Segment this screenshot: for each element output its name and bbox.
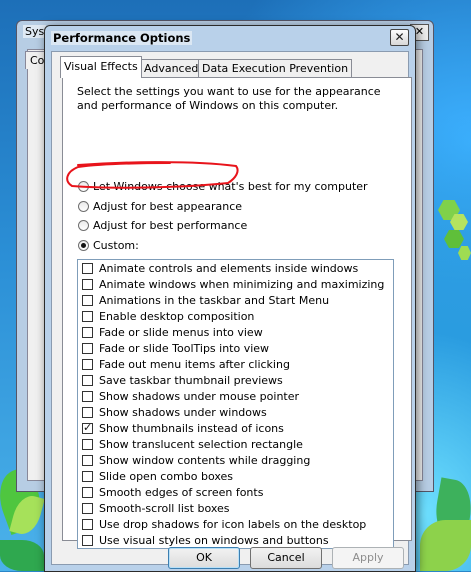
checkbox[interactable] [82,534,93,546]
tab-advanced[interactable]: Advanced [140,59,203,77]
radio-best-appearance[interactable]: Adjust for best appearance [78,198,242,214]
radio-button[interactable] [78,219,89,231]
checkbox[interactable] [82,406,93,418]
radio-let-windows-choose[interactable]: Let Windows choose what's best for my co… [78,178,368,194]
effect-label: Animate controls and elements inside win… [99,261,359,275]
checkbox[interactable] [82,486,93,498]
tab-visual-effects[interactable]: Visual Effects [60,56,142,78]
wallpaper-leaf-shape [0,540,44,571]
checkbox[interactable] [82,470,93,482]
wallpaper-hex-shape [444,230,464,248]
checkbox[interactable] [82,374,93,386]
effect-label: Show translucent selection rectangle [99,437,303,451]
dialog-client-area: Visual Effects Advanced Data Execution P… [51,51,412,569]
checkbox[interactable] [82,342,93,354]
ok-button[interactable]: OK [168,547,240,569]
effect-list-item[interactable]: Animate controls and elements inside win… [78,260,393,276]
effect-list-item[interactable]: Show shadows under mouse pointer [78,388,393,404]
cancel-button[interactable]: Cancel [250,547,322,569]
effect-label: Show window contents while dragging [99,453,311,467]
effect-label: Slide open combo boxes [99,469,234,483]
radio-custom[interactable]: Custom: [78,237,139,253]
effect-list-item[interactable]: Show window contents while dragging [78,452,393,468]
radio-button[interactable] [78,200,89,212]
effect-label: Fade or slide ToolTips into view [99,341,270,355]
performance-options-dialog: Performance Options ✕ Visual Effects Adv… [44,25,416,572]
effect-list-item[interactable]: Smooth edges of screen fonts [78,484,393,500]
visual-effects-panel: Select the settings you want to use for … [62,77,412,549]
visual-effects-list[interactable]: Animate controls and elements inside win… [77,259,394,549]
checkbox[interactable] [82,454,93,466]
effect-label: Animate windows when minimizing and maxi… [99,277,385,291]
effect-label: Show thumbnails instead of icons [99,421,284,435]
effect-list-item[interactable]: Fade or slide menus into view [78,324,393,340]
effect-list-item[interactable]: Show thumbnails instead of icons [78,420,393,436]
tab-data-execution-prevention[interactable]: Data Execution Prevention [198,59,353,77]
effect-list-item[interactable]: Show shadows under windows [78,404,393,420]
checkbox[interactable] [82,294,93,306]
effect-list-item[interactable]: Animations in the taskbar and Start Menu [78,292,393,308]
radio-button[interactable] [78,180,89,192]
wallpaper-hex-shape [458,246,471,260]
effect-list-item[interactable]: Smooth-scroll list boxes [78,500,393,516]
checkbox[interactable] [82,502,93,514]
effect-label: Show shadows under windows [99,405,267,419]
effect-label: Animations in the taskbar and Start Menu [99,293,330,307]
checkbox-checked[interactable] [82,421,93,434]
checkbox[interactable] [82,262,93,274]
checkbox[interactable] [82,326,93,338]
radio-best-performance[interactable]: Adjust for best performance [78,217,247,233]
radio-label: Adjust for best appearance [93,199,243,213]
effect-list-item[interactable]: Animate windows when minimizing and maxi… [78,276,393,292]
system-properties-title: Sys [23,25,47,38]
dialog-titlebar[interactable]: Performance Options ✕ [45,26,415,51]
effect-label: Use visual styles on windows and buttons [99,533,329,547]
checkbox[interactable] [82,358,93,370]
checkbox[interactable] [82,310,93,322]
effect-label: Use drop shadows for icon labels on the … [99,517,367,531]
effect-label: Show shadows under mouse pointer [99,389,300,403]
radio-label: Let Windows choose what's best for my co… [93,179,368,193]
effect-list-item[interactable]: Fade or slide ToolTips into view [78,340,393,356]
dialog-title: Performance Options [51,31,193,45]
apply-button[interactable]: Apply [332,547,404,569]
effect-list-item[interactable]: Fade out menu items after clicking [78,356,393,372]
effect-label: Save taskbar thumbnail previews [99,373,283,387]
close-icon[interactable]: ✕ [390,29,409,46]
radio-button-selected[interactable] [78,239,89,251]
effect-list-item[interactable]: Enable desktop composition [78,308,393,324]
effect-list-item[interactable]: Slide open combo boxes [78,468,393,484]
radio-label: Custom: [93,238,139,252]
effect-list-item[interactable]: Use drop shadows for icon labels on the … [78,516,393,532]
effect-label: Fade out menu items after clicking [99,357,290,371]
effect-list-item[interactable]: Show translucent selection rectangle [78,436,393,452]
checkbox[interactable] [82,438,93,450]
effect-label: Smooth-scroll list boxes [99,501,230,515]
radio-label: Adjust for best performance [93,218,248,232]
checkbox[interactable] [82,278,93,290]
effect-list-item[interactable]: Use visual styles on windows and buttons [78,532,393,548]
checkbox[interactable] [82,390,93,402]
wallpaper-leaf-shape [420,520,471,571]
effect-label: Fade or slide menus into view [99,325,263,339]
effect-label: Smooth edges of screen fonts [99,485,264,499]
panel-description: Select the settings you want to use for … [77,85,381,112]
checkbox[interactable] [82,518,93,530]
effect-label: Enable desktop composition [99,309,255,323]
effect-list-item[interactable]: Save taskbar thumbnail previews [78,372,393,388]
